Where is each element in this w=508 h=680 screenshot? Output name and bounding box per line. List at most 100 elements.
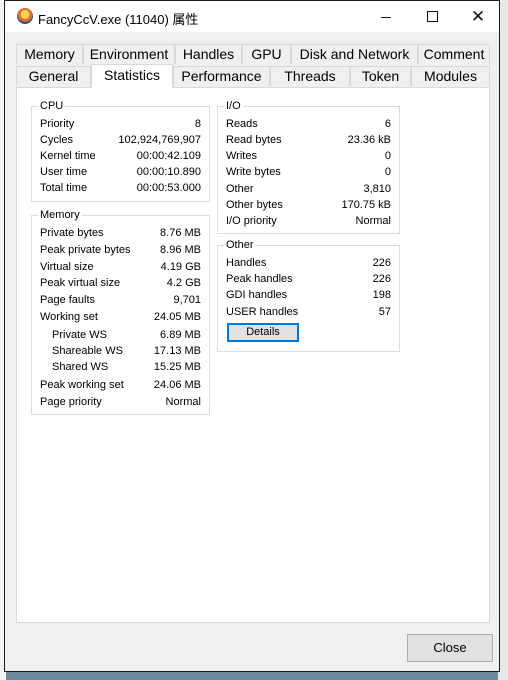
cpu-cycles-value: 102,924,769,907: [118, 134, 201, 146]
memory-peak-virtual-size-row: Peak virtual size 4.2 GB: [40, 275, 201, 291]
memory-group: Memory Private bytes 8.76 MB Peak private…: [31, 208, 210, 415]
io-write-bytes-value: 0: [384, 166, 391, 178]
minimize-button[interactable]: [363, 1, 409, 32]
memory-working-set-label: Working set: [40, 311, 98, 323]
close-icon: ✕: [470, 7, 486, 26]
cpu-kernel-time-value: 00:00:42.109: [136, 150, 201, 162]
tab-threads[interactable]: Threads: [270, 66, 350, 86]
memory-peak-virtual-size-label: Peak virtual size: [40, 277, 121, 289]
tab-disk-and-network[interactable]: Disk and Network: [291, 44, 418, 64]
title-bar[interactable]: FancyCcV.exe (11040) 属性 ✕: [5, 1, 499, 32]
io-read-bytes-label: Read bytes: [226, 134, 282, 146]
memory-working-set-value: 24.05 MB: [153, 311, 201, 323]
memory-working-set-row: Working set 24.05 MB: [40, 309, 201, 325]
memory-private-bytes-value: 8.76 MB: [160, 227, 201, 239]
io-write-bytes-label: Write bytes: [226, 166, 281, 178]
io-other-value: 3,810: [363, 183, 391, 195]
tab-statistics[interactable]: Statistics: [91, 64, 173, 88]
memory-private-ws-value: 6.89 MB: [160, 329, 201, 341]
properties-window: FancyCcV.exe (11040) 属性 ✕ Memory Environ…: [4, 0, 500, 672]
memory-peak-private-bytes-row: Peak private bytes 8.96 MB: [40, 242, 201, 258]
io-writes-value: 0: [384, 150, 391, 162]
io-writes-row: Writes 0: [226, 148, 391, 164]
io-other-bytes-value: 170.75 kB: [341, 199, 391, 211]
memory-shareable-ws-label: Shareable WS: [52, 345, 123, 357]
tab-general[interactable]: General: [16, 66, 91, 86]
io-priority-row: I/O priority Normal: [226, 213, 391, 229]
memory-shared-ws-value: 15.25 MB: [153, 361, 201, 373]
close-button[interactable]: Close: [407, 634, 493, 662]
io-other-bytes-row: Other bytes 170.75 kB: [226, 197, 391, 213]
memory-page-priority-label: Page priority: [40, 396, 102, 408]
memory-private-bytes-row: Private bytes 8.76 MB: [40, 225, 201, 241]
statistics-panel: CPU Priority 8 Cycles 102,924,769,907 Kern…: [16, 87, 490, 623]
other-gdi-handles-value: 198: [372, 289, 391, 301]
tab-memory[interactable]: Memory: [16, 44, 83, 64]
cpu-priority-label: Priority: [40, 118, 75, 130]
memory-page-priority-value: Normal: [165, 396, 201, 408]
io-read-bytes-value: 23.36 kB: [347, 134, 391, 146]
memory-private-ws-label: Private WS: [52, 329, 108, 341]
cpu-total-time-row: Total time 00:00:53.000: [40, 180, 201, 196]
other-user-handles-row: USER handles 57: [226, 304, 391, 320]
other-handles-value: 226: [372, 257, 391, 269]
other-handles-row: Handles 226: [226, 255, 391, 271]
io-other-bytes-label: Other bytes: [226, 199, 283, 211]
io-reads-label: Reads: [226, 118, 258, 130]
tab-token[interactable]: Token: [350, 66, 411, 86]
memory-shareable-ws-row: Shareable WS 17.13 MB: [40, 343, 201, 359]
memory-shared-ws-label: Shared WS: [52, 361, 109, 373]
cpu-priority-value: 8: [194, 118, 201, 130]
io-priority-value: Normal: [355, 215, 391, 227]
other-peak-handles-value: 226: [372, 273, 391, 285]
cpu-kernel-time-row: Kernel time 00:00:42.109: [40, 148, 201, 164]
memory-peak-private-bytes-label: Peak private bytes: [40, 244, 131, 256]
memory-page-faults-row: Page faults 9,701: [40, 292, 201, 308]
cpu-cycles-label: Cycles: [40, 134, 74, 146]
io-reads-row: Reads 6: [226, 116, 391, 132]
memory-private-ws-row: Private WS 6.89 MB: [40, 327, 201, 343]
other-group: Other Handles 226 Peak handles 226 GDI han…: [217, 238, 400, 352]
memory-peak-working-set-value: 24.06 MB: [153, 379, 201, 391]
io-group: I/O Reads 6 Read bytes 23.36 kB Writes 0 Wr…: [217, 99, 400, 234]
memory-peak-virtual-size-value: 4.2 GB: [166, 277, 201, 289]
memory-peak-private-bytes-value: 8.96 MB: [160, 244, 201, 256]
cpu-user-time-value: 00:00:10.890: [136, 166, 201, 178]
io-write-bytes-row: Write bytes 0: [226, 164, 391, 180]
memory-page-faults-value: 9,701: [173, 294, 201, 306]
cpu-total-time-value: 00:00:53.000: [136, 182, 201, 194]
memory-private-bytes-label: Private bytes: [40, 227, 104, 239]
tab-comment[interactable]: Comment: [418, 44, 490, 64]
memory-shared-ws-row: Shared WS 15.25 MB: [40, 359, 201, 375]
io-priority-label: I/O priority: [226, 215, 277, 227]
other-gdi-handles-label: GDI handles: [226, 289, 288, 301]
cpu-user-time-row: User time 00:00:10.890: [40, 164, 201, 180]
maximize-button[interactable]: [409, 1, 455, 32]
tab-environment[interactable]: Environment: [83, 44, 175, 64]
cpu-group: CPU Priority 8 Cycles 102,924,769,907 Kern…: [31, 99, 210, 202]
app-icon[interactable]: [17, 8, 33, 24]
cpu-priority-row: Priority 8: [40, 116, 201, 132]
io-read-bytes-row: Read bytes 23.36 kB: [226, 132, 391, 148]
io-writes-label: Writes: [226, 150, 257, 162]
tab-modules[interactable]: Modules: [411, 66, 490, 86]
window-title: FancyCcV.exe (11040) 属性: [38, 12, 199, 27]
other-user-handles-label: USER handles: [226, 306, 299, 318]
cpu-cycles-row: Cycles 102,924,769,907: [40, 132, 201, 148]
details-button[interactable]: Details: [227, 323, 299, 342]
tab-gpu[interactable]: GPU: [242, 44, 291, 64]
other-peak-handles-row: Peak handles 226: [226, 271, 391, 287]
cpu-group-title: CPU: [38, 99, 66, 113]
memory-virtual-size-label: Virtual size: [40, 261, 94, 273]
maximize-icon: [426, 10, 438, 22]
cpu-kernel-time-label: Kernel time: [40, 150, 96, 162]
memory-group-title: Memory: [38, 208, 82, 222]
close-window-button[interactable]: ✕: [455, 1, 501, 32]
tab-handles[interactable]: Handles: [175, 44, 242, 64]
io-other-row: Other 3,810: [226, 181, 391, 197]
other-group-title: Other: [224, 238, 256, 252]
cpu-user-time-label: User time: [40, 166, 88, 178]
tab-performance[interactable]: Performance: [173, 66, 270, 86]
other-peak-handles-label: Peak handles: [226, 273, 293, 285]
io-group-title: I/O: [224, 99, 243, 113]
